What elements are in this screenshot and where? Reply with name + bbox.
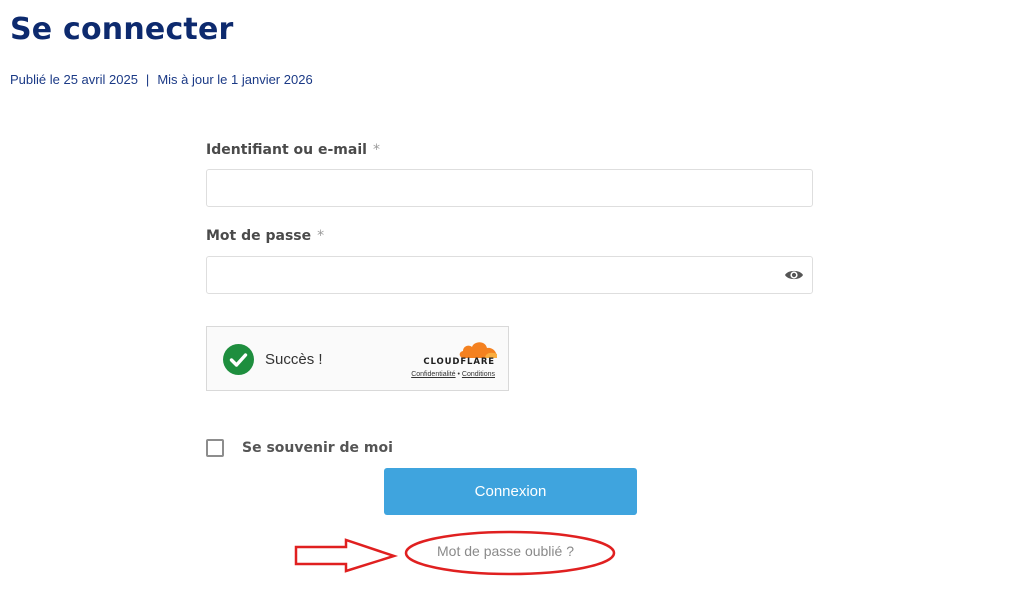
remember-checkbox[interactable]	[206, 439, 224, 457]
username-input[interactable]	[206, 169, 813, 207]
published-date: Publié le 25 avril 2025	[10, 72, 138, 87]
password-label-text: Mot de passe	[206, 228, 312, 244]
updated-date: Mis à jour le 1 janvier 2026	[157, 72, 313, 87]
password-label: Mot de passe *	[206, 228, 324, 244]
captcha-link-dot: •	[457, 371, 460, 378]
password-input[interactable]	[206, 256, 813, 294]
remember-me[interactable]: Se souvenir de moi	[206, 439, 393, 457]
username-label: Identifiant ou e-mail *	[206, 142, 380, 158]
meta-separator: |	[145, 72, 150, 87]
annotation-overlay	[294, 530, 616, 576]
eye-icon[interactable]	[784, 268, 804, 282]
post-meta: Publié le 25 avril 2025 | Mis à jour le 1 …	[10, 72, 313, 87]
remember-label: Se souvenir de moi	[242, 440, 393, 456]
username-required-mark: *	[372, 142, 380, 158]
forgot-password-link[interactable]: Mot de passe oublié ?	[437, 543, 574, 559]
page-title: Se connecter	[10, 12, 234, 47]
check-circle-icon	[223, 344, 254, 375]
login-button[interactable]: Connexion	[384, 468, 637, 515]
captcha-privacy-link[interactable]: Confidentialité	[411, 371, 455, 378]
captcha-status: Succès !	[265, 351, 323, 368]
captcha-terms-link[interactable]: Conditions	[462, 371, 495, 378]
username-label-text: Identifiant ou e-mail	[206, 142, 367, 158]
password-required-mark: *	[317, 228, 325, 244]
captcha-brand: CLOUDFLARE	[423, 357, 495, 367]
cloudflare-cloud-icon	[459, 342, 497, 358]
right-arrow-icon	[294, 538, 399, 573]
captcha-links: Confidentialité • Conditions	[393, 371, 495, 378]
captcha-widget[interactable]: Succès ! CLOUDFLARE Confidentialité • Co…	[206, 326, 509, 391]
